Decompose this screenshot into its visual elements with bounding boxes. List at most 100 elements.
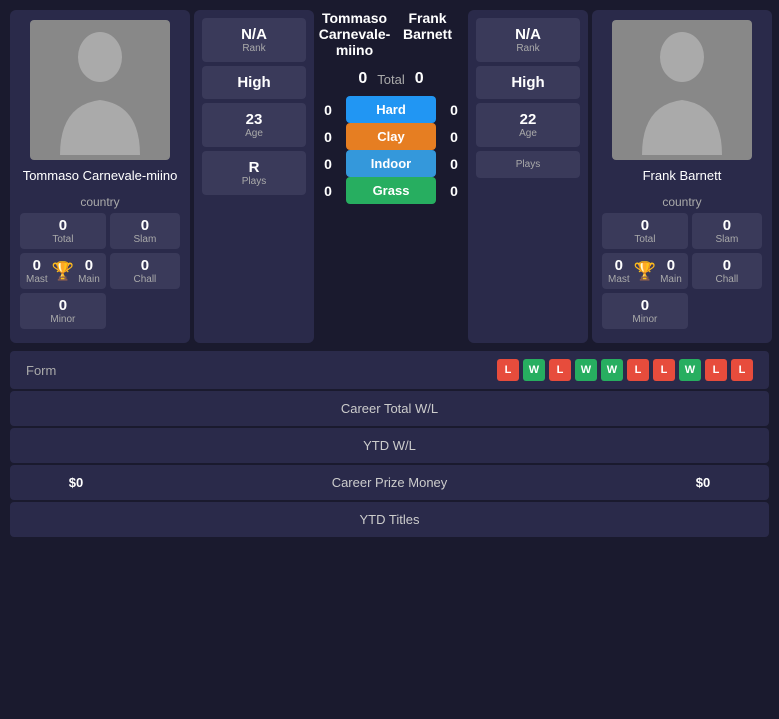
right-minor-label: Minor	[608, 314, 682, 325]
left-chall-cell: 0 Chall	[110, 253, 180, 289]
right-chall-value: 0	[698, 257, 756, 274]
right-total-label: Total	[608, 234, 682, 245]
right-high-block: High	[476, 66, 580, 99]
left-high-block: High	[202, 66, 306, 99]
right-slam-value: 0	[698, 217, 756, 234]
surface-btn-hard[interactable]: Hard	[346, 96, 436, 123]
right-country: country	[662, 191, 701, 213]
right-high-value: High	[484, 74, 572, 91]
surface-right-1: 0	[444, 129, 464, 145]
left-rank-value: N/A	[210, 26, 298, 43]
right-player-avatar	[612, 20, 752, 160]
right-mast-label: Mast	[608, 274, 630, 285]
left-total-cell: 0 Total	[20, 213, 106, 249]
right-total-cell: 0 Total	[602, 213, 688, 249]
right-chall-label: Chall	[698, 274, 756, 285]
ytd-wl-row: YTD W/L	[10, 428, 769, 463]
surface-left-3: 0	[318, 183, 338, 199]
surface-btn-clay[interactable]: Clay	[346, 123, 436, 150]
right-player-card: Frank Barnett country 0 Total 0 Slam 0 M…	[592, 10, 772, 343]
left-plays-label: Plays	[210, 176, 298, 187]
right-total-value: 0	[608, 217, 682, 234]
right-plays-label: Plays	[484, 159, 572, 170]
left-main-label: Main	[78, 274, 100, 285]
form-badge-9: L	[731, 359, 753, 381]
center-right-name: FrankBarnett	[391, 10, 464, 42]
left-main-value: 0	[78, 257, 100, 274]
ytd-titles-label: YTD Titles	[26, 512, 753, 527]
prize-money-label: Career Prize Money	[126, 475, 653, 490]
surface-right-2: 0	[444, 156, 464, 172]
left-slam-label: Slam	[116, 234, 174, 245]
form-row: Form LWLWWLLWLL	[10, 351, 769, 389]
left-chall-value: 0	[116, 257, 174, 274]
left-age-value: 23	[210, 111, 298, 128]
left-middle-panel: N/A Rank High 23 Age R Plays	[194, 10, 314, 343]
right-main-label: Main	[660, 274, 682, 285]
surface-row-clay: 0 Clay 0	[318, 123, 464, 150]
left-high-value: High	[210, 74, 298, 91]
left-minor-label: Minor	[26, 314, 100, 325]
form-badge-3: W	[575, 359, 597, 381]
right-middle-panel: N/A Rank High 22 Age Plays	[468, 10, 588, 343]
form-badge-5: L	[627, 359, 649, 381]
surface-row-grass: 0 Grass 0	[318, 177, 464, 204]
total-row: 0 Total 0	[318, 66, 464, 92]
main-container: Tommaso Carnevale-miino country 0 Total …	[0, 0, 779, 547]
form-badge-1: W	[523, 359, 545, 381]
surface-left-0: 0	[318, 102, 338, 118]
left-rank-block: N/A Rank	[202, 18, 306, 62]
right-minor-cell: 0 Minor	[602, 293, 688, 329]
left-country: country	[80, 191, 119, 213]
left-plays-block: R Plays	[202, 151, 306, 195]
form-badge-0: L	[497, 359, 519, 381]
right-age-value: 22	[484, 111, 572, 128]
left-mast-cell: 0 Mast 🏆 0 Main	[20, 253, 106, 289]
right-player-stats: 0 Total 0 Slam 0 Mast 🏆 0 Main	[602, 213, 762, 329]
center-left-name: TommasoCarnevale-miino	[318, 10, 391, 58]
form-badge-8: L	[705, 359, 727, 381]
left-minor-value: 0	[26, 297, 100, 314]
right-rank-block: N/A Rank	[476, 18, 580, 62]
ytd-titles-row: YTD Titles	[10, 502, 769, 537]
surface-rows: 0 Hard 0 0 Clay 0 0 Indoor 0 0 Grass 0	[318, 96, 464, 204]
total-right-score: 0	[415, 70, 424, 88]
left-total-value: 0	[26, 217, 100, 234]
right-rank-label: Rank	[484, 43, 572, 54]
surface-left-1: 0	[318, 129, 338, 145]
form-badge-7: W	[679, 359, 701, 381]
right-trophy-icon: 🏆	[634, 261, 656, 282]
left-chall-label: Chall	[116, 274, 174, 285]
left-slam-value: 0	[116, 217, 174, 234]
left-prize-value: $0	[26, 475, 126, 490]
left-age-label: Age	[210, 128, 298, 139]
form-badge-4: W	[601, 359, 623, 381]
surface-left-2: 0	[318, 156, 338, 172]
left-mast-value: 0	[26, 257, 48, 274]
surface-right-0: 0	[444, 102, 464, 118]
form-badges: LWLWWLLWLL	[94, 359, 753, 381]
career-total-label: Career Total W/L	[26, 401, 753, 416]
prize-money-row: $0 Career Prize Money $0	[10, 465, 769, 500]
left-mast-label: Mast	[26, 274, 48, 285]
comparison-section: Tommaso Carnevale-miino country 0 Total …	[10, 10, 769, 343]
left-rank-label: Rank	[210, 43, 298, 54]
surface-btn-indoor[interactable]: Indoor	[346, 150, 436, 177]
surface-btn-grass[interactable]: Grass	[346, 177, 436, 204]
left-slam-cell: 0 Slam	[110, 213, 180, 249]
center-column: TommasoCarnevale-miino FrankBarnett 0 To…	[318, 10, 464, 343]
surface-right-3: 0	[444, 183, 464, 199]
total-label: Total	[377, 72, 404, 87]
form-badge-6: L	[653, 359, 675, 381]
right-prize-value: $0	[653, 475, 753, 490]
right-rank-value: N/A	[484, 26, 572, 43]
right-plays-block: Plays	[476, 151, 580, 178]
form-badge-2: L	[549, 359, 571, 381]
left-age-block: 23 Age	[202, 103, 306, 147]
left-trophy-icon: 🏆	[52, 261, 74, 282]
career-total-row: Career Total W/L	[10, 391, 769, 426]
total-left-score: 0	[358, 70, 367, 88]
right-mast-cell: 0 Mast 🏆 0 Main	[602, 253, 688, 289]
left-total-label: Total	[26, 234, 100, 245]
right-slam-cell: 0 Slam	[692, 213, 762, 249]
